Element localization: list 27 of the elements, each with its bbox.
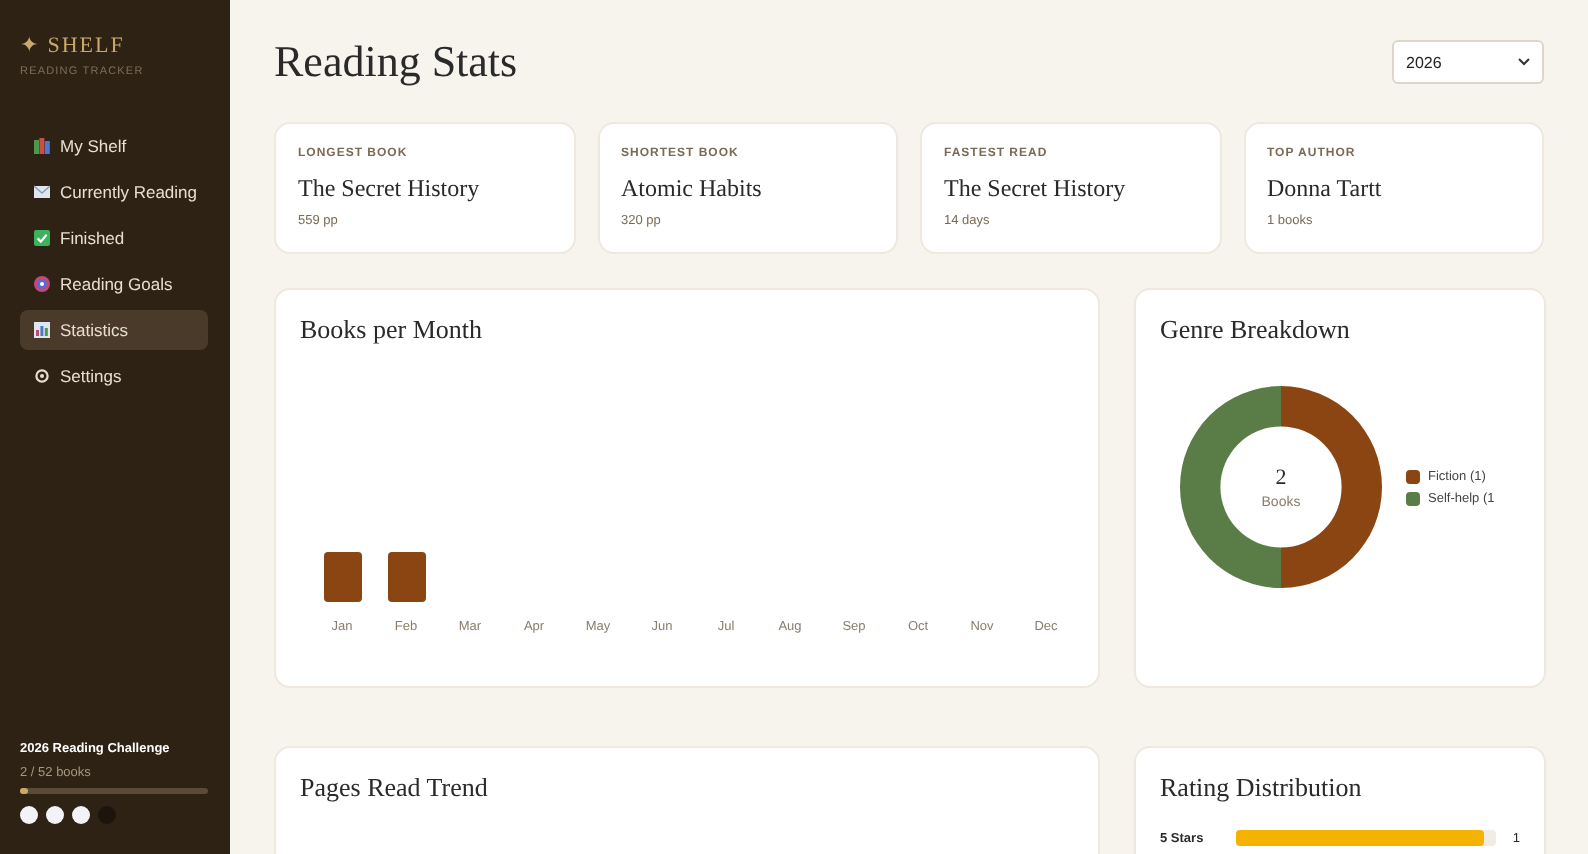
chart-title: Pages Read Trend: [300, 772, 490, 804]
chart-icon: [34, 322, 50, 338]
checkmark-icon: [34, 230, 50, 246]
sidebar-item[interactable]: Reading Goals: [20, 264, 208, 304]
books-icon: [34, 138, 50, 154]
settings-icon: [34, 368, 50, 384]
app-logo: ✦ SHELF: [20, 32, 127, 58]
chart-bar: [388, 552, 426, 602]
sidebar-item[interactable]: My Shelf: [20, 126, 208, 166]
sidebar-item[interactable]: Statistics: [20, 310, 208, 350]
stat-value: The Secret History: [944, 174, 1128, 204]
chart-title: Genre Breakdown: [1160, 314, 1352, 346]
year-select[interactable]: 2026: [1392, 40, 1544, 84]
stat-value: The Secret History: [298, 174, 482, 204]
total-value: 2: [1275, 465, 1287, 489]
chart-title: Books per Month: [300, 314, 484, 346]
stat-value: Atomic Habits: [621, 174, 764, 204]
envelope-icon: [34, 184, 50, 200]
chart-bar: [324, 552, 362, 602]
sidebar-item[interactable]: Settings: [20, 356, 208, 396]
sidebar-item[interactable]: Finished: [20, 218, 208, 258]
target-icon: [34, 276, 50, 292]
page-title: Reading Stats: [274, 36, 518, 88]
chevron-down-icon: [1518, 58, 1530, 66]
sidebar-item[interactable]: Currently Reading: [20, 172, 208, 212]
chart-title: Rating Distribution: [1160, 772, 1364, 804]
stat-value: Donna Tartt: [1267, 174, 1384, 204]
